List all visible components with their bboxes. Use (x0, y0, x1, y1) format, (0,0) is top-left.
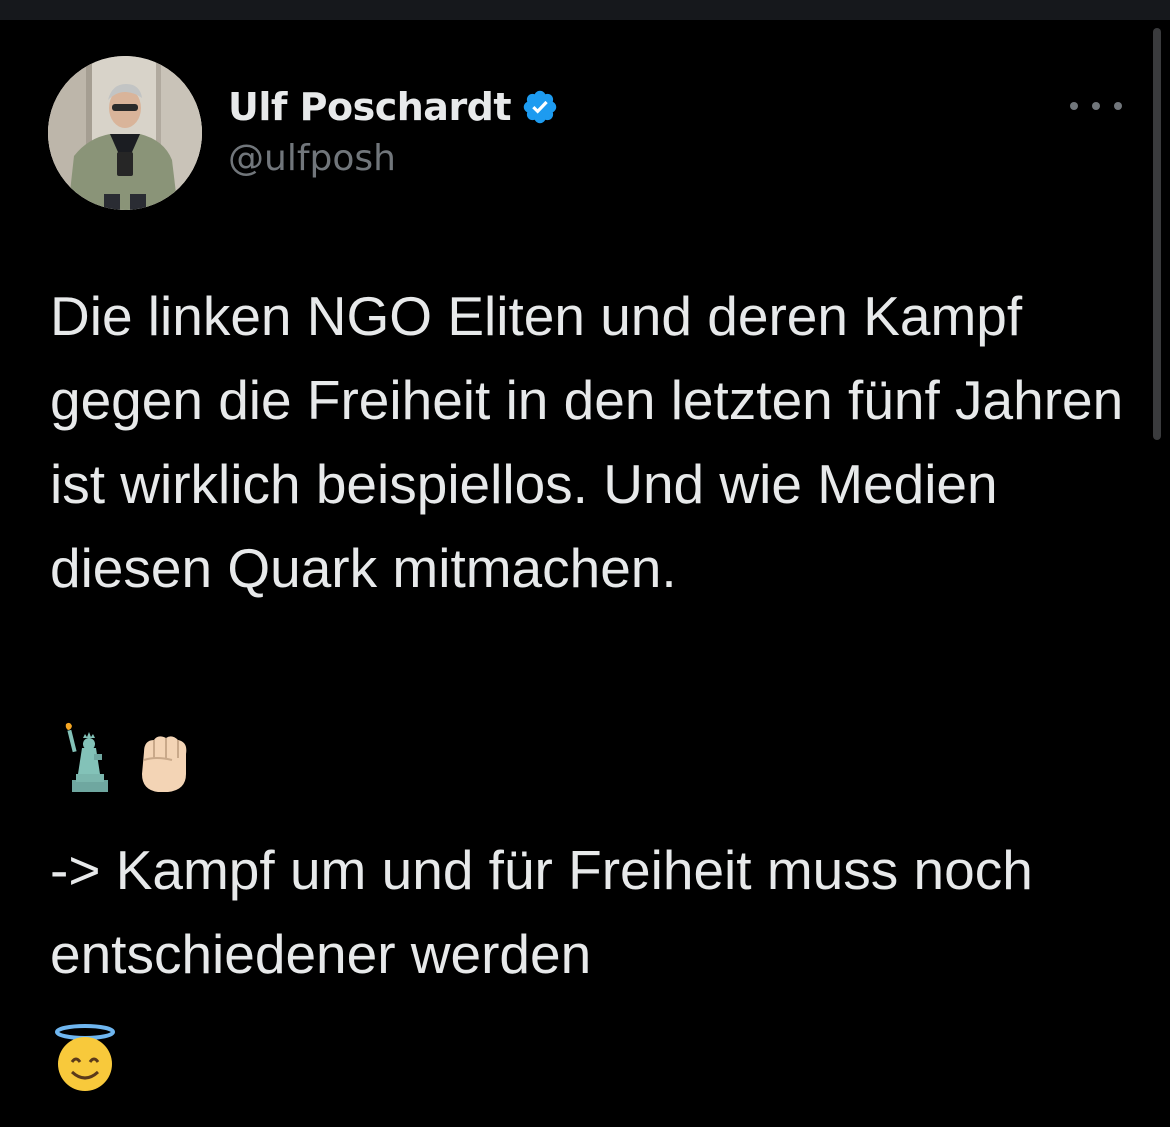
emoji-row (52, 1024, 118, 1092)
emoji-row (52, 722, 196, 794)
tweet-text-continued: -> Kampf um und für Freiheit muss noch e… (50, 839, 1033, 985)
avatar[interactable] (48, 56, 202, 210)
author-name-row[interactable]: Ulf Poschardt (228, 80, 559, 134)
more-options-icon (1092, 102, 1100, 110)
author-display-name[interactable]: Ulf Poschardt (228, 85, 512, 129)
avatar-image (48, 56, 202, 210)
tweet-text: Die linken NGO Eliten und deren Kampf ge… (50, 285, 1124, 599)
more-options-icon (1114, 102, 1122, 110)
smiling-face-with-halo-emoji (55, 1024, 115, 1091)
top-bar (0, 0, 1170, 20)
verified-badge-icon (521, 88, 559, 126)
more-options-button[interactable] (1068, 88, 1124, 124)
scrollbar[interactable] (1153, 28, 1161, 440)
raised-fist-emoji (142, 736, 187, 792)
statue-of-liberty-emoji (65, 722, 108, 792)
more-options-icon (1070, 102, 1078, 110)
author-handle[interactable]: @ulfposh (228, 138, 396, 179)
